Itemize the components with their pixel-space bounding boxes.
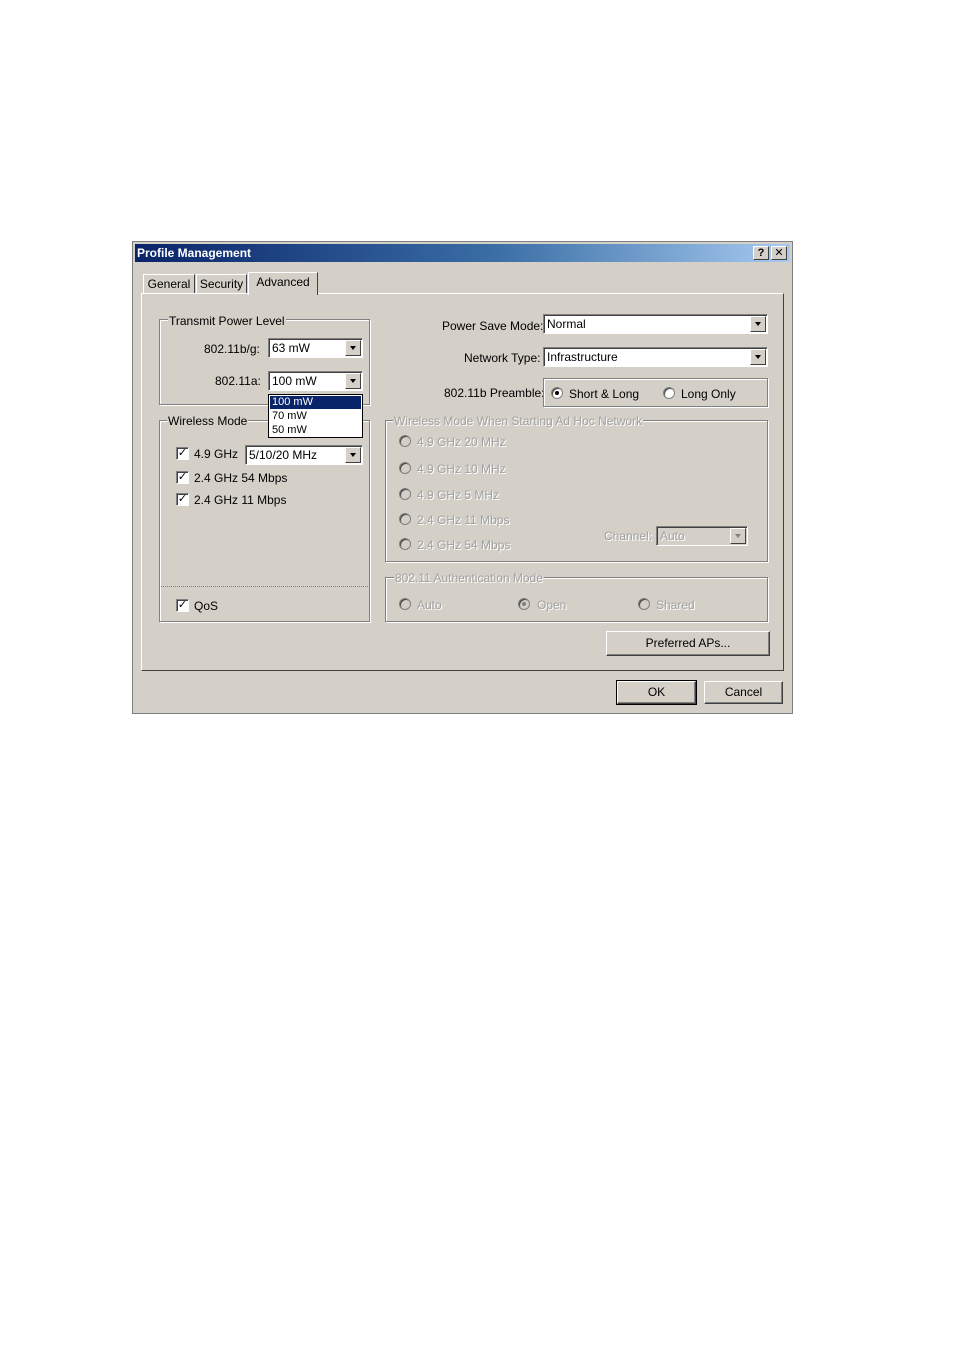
adhoc-option-label: 2.4 GHz 11 Mbps (417, 513, 510, 527)
auth-shared-radio[interactable] (638, 598, 650, 610)
tab-advanced[interactable]: Advanced (248, 272, 318, 295)
checkbox-24ghz-54-label: 2.4 GHz 54 Mbps (194, 471, 288, 485)
adhoc-option-label: 4.9 GHz 10 MHz (417, 462, 506, 476)
a-power-dropdown-list: 100 mW 70 mW 50 mW (268, 394, 363, 438)
checkbox-qos-label: QoS (194, 599, 219, 613)
auth-auto-radio[interactable] (399, 598, 411, 610)
auth-open-label: Open (537, 598, 567, 612)
preamble-long-only-label: Long Only (681, 387, 736, 401)
chevron-down-icon[interactable] (345, 373, 361, 389)
adhoc-mode-group-label: Wireless Mode When Starting Ad Hoc Netwo… (393, 414, 644, 428)
preamble-short-long-radio[interactable] (551, 387, 563, 399)
adhoc-radio-1[interactable] (399, 435, 411, 447)
profile-management-dialog: Profile Management ? ✕ General Security … (132, 241, 793, 714)
ghz49-bandwidth-select[interactable]: 5/10/20 MHz (245, 445, 363, 465)
network-type-label: Network Type: (464, 351, 541, 365)
close-icon: ✕ (774, 247, 784, 259)
network-type-select[interactable]: Infrastructure (543, 347, 768, 367)
help-icon: ? (757, 247, 765, 259)
dropdown-option[interactable]: 50 mW (270, 424, 361, 437)
adhoc-option-label: 2.4 GHz 54 Mbps (417, 538, 511, 552)
wireless-mode-group-label: Wireless Mode (167, 414, 249, 428)
preamble-long-only-radio[interactable] (663, 387, 675, 399)
adhoc-option-label: 4.9 GHz 20 MHz (417, 435, 506, 449)
checkbox-24ghz-54[interactable]: ✓ (176, 471, 189, 484)
preamble-short-long-label: Short & Long (569, 387, 640, 401)
bg-power-label: 802.11b/g: (204, 342, 260, 356)
chevron-down-icon[interactable] (730, 528, 746, 544)
power-save-select[interactable]: Normal (543, 314, 768, 334)
auth-mode-group-label: 802.11 Authentication Mode (394, 571, 544, 585)
checkbox-24ghz-11-label: 2.4 GHz 11 Mbps (194, 493, 287, 507)
auth-shared-label: Shared (656, 598, 695, 612)
a-power-label: 802.11a: (215, 374, 261, 388)
adhoc-radio-2[interactable] (399, 462, 411, 474)
help-button[interactable]: ? (753, 246, 769, 260)
auth-auto-label: Auto (417, 598, 442, 612)
channel-select[interactable]: Auto (656, 526, 748, 546)
tab-general[interactable]: General (143, 274, 195, 294)
bg-power-select[interactable]: 63 mW (268, 338, 363, 358)
advanced-tab-panel: Transmit Power Level 802.11b/g: 63 mW 80… (141, 293, 784, 671)
checkbox-qos[interactable]: ✓ (176, 599, 189, 612)
dropdown-option[interactable]: 70 mW (270, 410, 361, 423)
divider (161, 586, 368, 587)
auth-open-radio[interactable] (518, 598, 530, 610)
power-save-label: Power Save Mode: (442, 319, 544, 333)
ok-button[interactable]: OK (616, 680, 697, 705)
adhoc-radio-3[interactable] (399, 488, 411, 500)
title-bar: Profile Management ? ✕ (135, 244, 790, 262)
preamble-label: 802.11b Preamble: (444, 386, 545, 400)
preferred-aps-button[interactable]: Preferred APs... (606, 631, 770, 656)
checkbox-4-9ghz-label: 4.9 GHz (194, 447, 239, 461)
transmit-power-group (159, 319, 370, 405)
dropdown-option[interactable]: 100 mW (270, 396, 361, 409)
chevron-down-icon[interactable] (345, 447, 361, 463)
adhoc-radio-4[interactable] (399, 513, 411, 525)
adhoc-radio-5[interactable] (399, 538, 411, 550)
cancel-button[interactable]: Cancel (704, 681, 783, 704)
close-button[interactable]: ✕ (771, 246, 787, 260)
tab-security[interactable]: Security (196, 274, 247, 294)
adhoc-option-label: 4.9 GHz 5 MHz (417, 488, 500, 502)
chevron-down-icon[interactable] (750, 349, 766, 365)
checkbox-24ghz-11[interactable]: ✓ (176, 493, 189, 506)
a-power-select[interactable]: 100 mW (268, 371, 363, 391)
chevron-down-icon[interactable] (750, 316, 766, 332)
transmit-power-group-label: Transmit Power Level (168, 314, 286, 328)
channel-label: Channel: (604, 529, 653, 543)
chevron-down-icon[interactable] (345, 340, 361, 356)
window-title: Profile Management (137, 246, 252, 260)
checkbox-4-9ghz[interactable]: ✓ (176, 447, 189, 460)
